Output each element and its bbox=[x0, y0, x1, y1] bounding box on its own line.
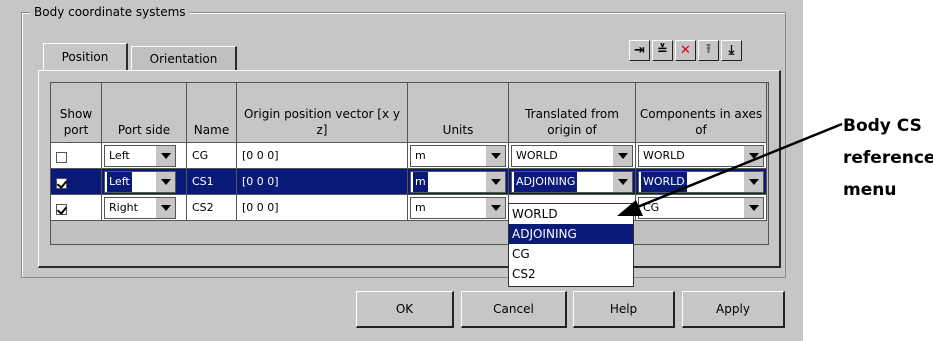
annotation-arrow bbox=[617, 122, 843, 216]
